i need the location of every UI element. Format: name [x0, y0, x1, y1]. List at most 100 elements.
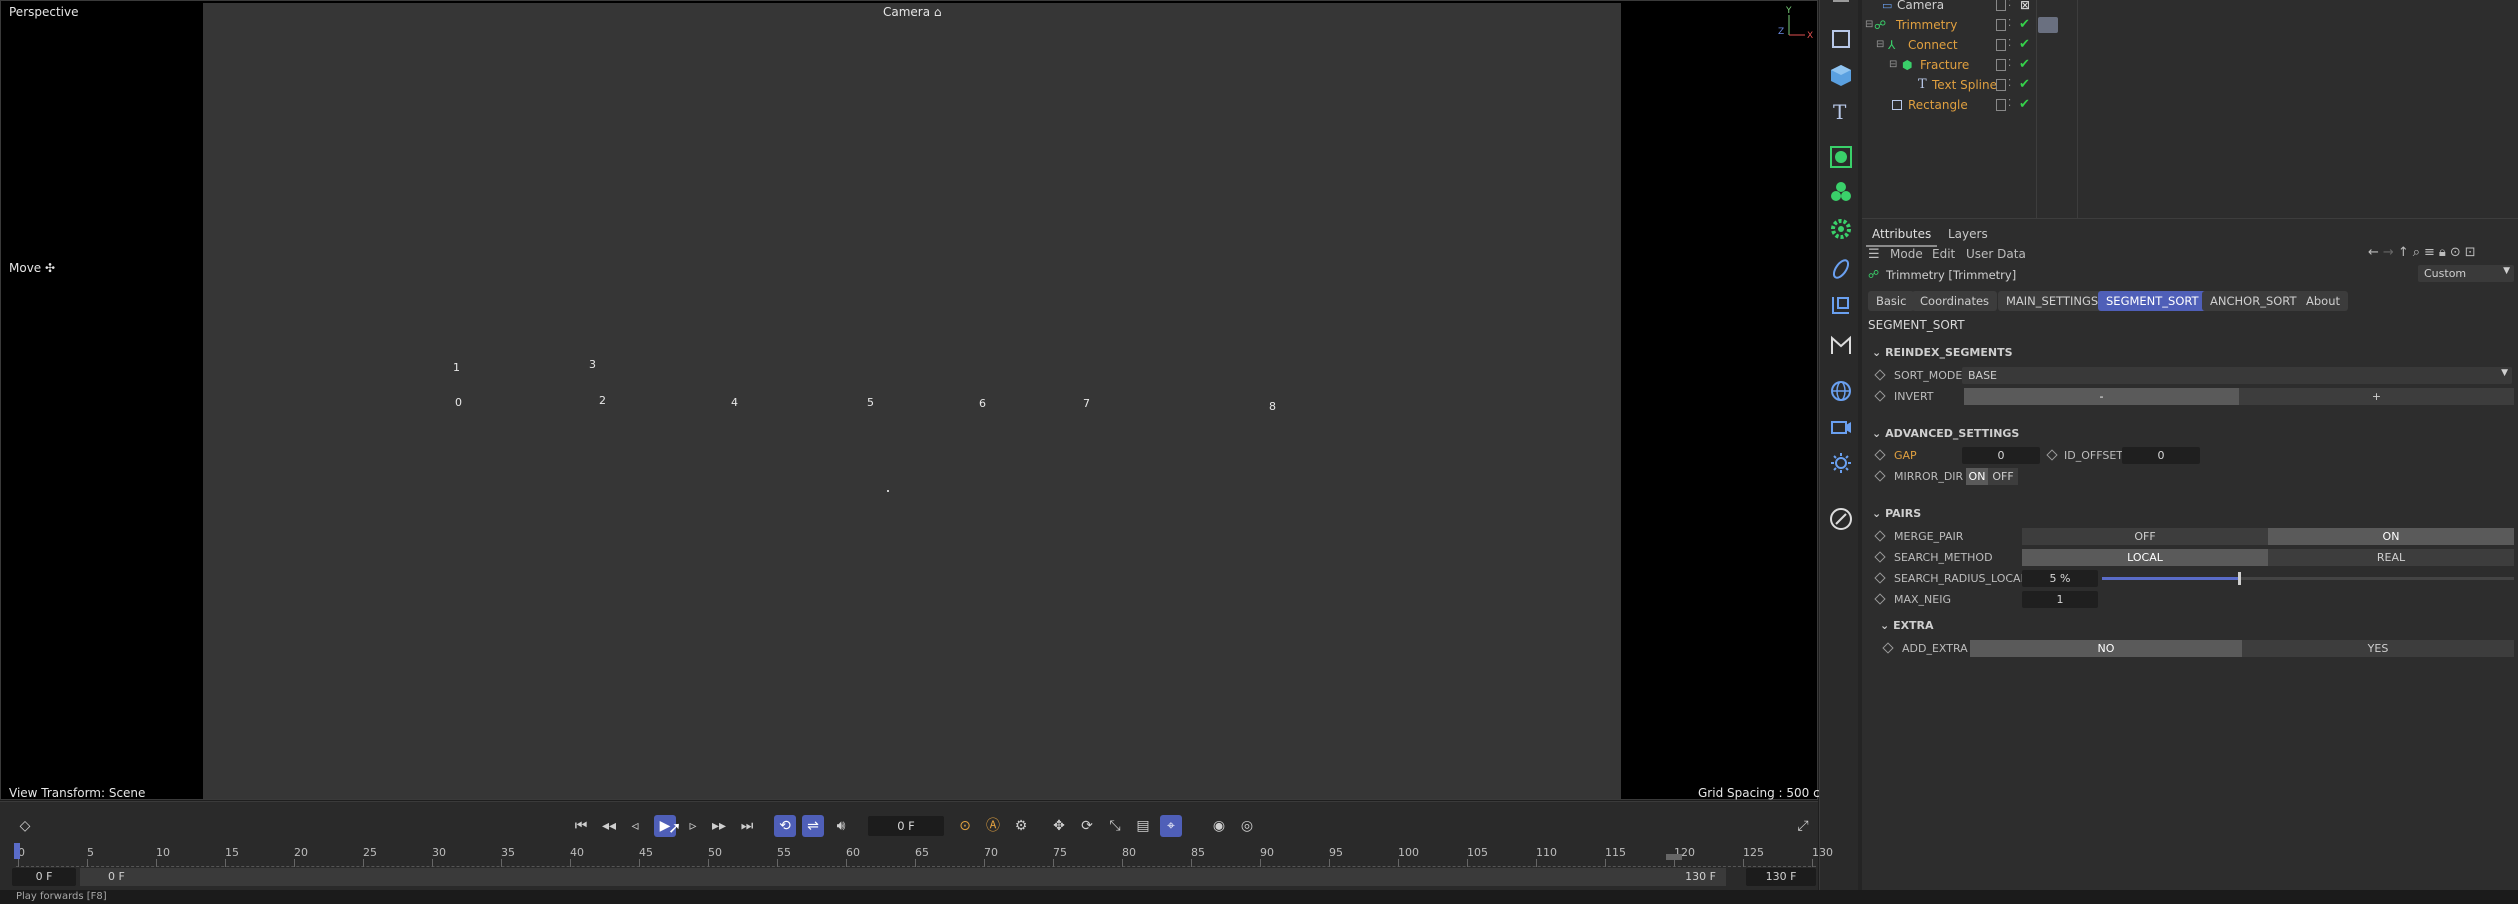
viewport[interactable]: Perspective Camera ⌂ Move ✣ View Transfo…	[0, 0, 1831, 800]
section-advanced[interactable]: ⌄ ADVANCED_SETTINGS	[1872, 427, 2019, 440]
object-name[interactable]: Trimmetry	[1896, 18, 1957, 32]
tab-layers[interactable]: Layers	[1942, 223, 1994, 245]
tab-attributes[interactable]: Attributes	[1866, 223, 1938, 247]
go-to-start-icon[interactable]: ⏮	[570, 815, 592, 837]
visibility-dots-icon[interactable]: ⁚	[2008, 58, 2011, 69]
object-name[interactable]: Rectangle	[1908, 98, 1968, 112]
autokey-icon[interactable]: Ⓐ	[982, 815, 1004, 837]
sound-icon[interactable]: 🔊︎	[830, 815, 852, 837]
scheme-icon[interactable]: ◎	[1236, 815, 1258, 837]
light-icon[interactable]	[1826, 448, 1856, 478]
method-real-button[interactable]: REAL	[2268, 549, 2514, 566]
menu-edit[interactable]: Edit	[1932, 247, 1955, 261]
scene-icon[interactable]	[1826, 330, 1856, 360]
keyframe-settings-icon[interactable]: ⚙	[1010, 815, 1032, 837]
gear-icon[interactable]	[1826, 214, 1856, 244]
current-frame-field[interactable]: 0 F	[868, 816, 944, 836]
check-icon[interactable]: ✔	[2019, 17, 2030, 32]
mirror-off-button[interactable]: OFF	[1988, 468, 2018, 485]
point-label[interactable]: 4	[731, 396, 738, 409]
check-icon[interactable]: ✔	[2019, 57, 2030, 72]
hamburger-menu-icon[interactable]: ☰	[1868, 247, 1880, 262]
keyframe-diamond-icon[interactable]	[2046, 449, 2058, 461]
go-to-end-icon[interactable]: ⏭	[736, 815, 758, 837]
cube-top-icon[interactable]	[1826, 0, 1856, 20]
enable-toggle-icon[interactable]: ⊠	[2020, 0, 2030, 12]
collapse-icon[interactable]: ⊟	[1876, 39, 1884, 50]
up-arrow-icon[interactable]: ↑	[2398, 245, 2413, 260]
object-row-connect[interactable]: ⊟ ⅄ Connect ⁚ ✔	[1862, 36, 2512, 56]
page-segment-sort[interactable]: SEGMENT_SORT	[2098, 291, 2207, 311]
range-start-field[interactable]: 0 F	[12, 868, 76, 886]
record-icon[interactable]: ⊙	[954, 815, 976, 837]
visibility-dots-icon[interactable]: ⁚	[2008, 0, 2011, 9]
collapse-icon[interactable]: ⊟	[1889, 59, 1897, 70]
gap-input[interactable]: 0	[1962, 447, 2040, 464]
previous-key-icon[interactable]: ◂◂	[598, 815, 620, 837]
next-frame-icon[interactable]: ▹	[682, 815, 704, 837]
point-label[interactable]: 2	[599, 394, 606, 407]
mograph-effector-icon[interactable]	[1826, 178, 1856, 208]
timeline-graph-icon[interactable]: ⤢	[1792, 815, 1814, 837]
object-row-trimmetry[interactable]: ⊟ ☍ Trimmetry ⁚ ✔	[1862, 16, 2512, 36]
invert-plus-button[interactable]: +	[2239, 388, 2514, 405]
menu-user-data[interactable]: User Data	[1966, 247, 2026, 261]
layer-flag-icon[interactable]	[1996, 0, 2006, 11]
page-basic[interactable]: Basic	[1868, 291, 1915, 311]
page-about[interactable]: About	[2298, 291, 2349, 311]
method-local-button[interactable]: LOCAL	[2022, 549, 2268, 566]
page-coordinates[interactable]: Coordinates	[1912, 291, 1998, 311]
keyframe-diamond-icon[interactable]	[1874, 390, 1886, 402]
section-extra[interactable]: ⌄ EXTRA	[1880, 619, 1934, 632]
key-rotation-icon[interactable]: ⟳	[1076, 815, 1098, 837]
point-label[interactable]: 7	[1083, 397, 1090, 410]
keyframe-diamond-icon[interactable]	[1874, 572, 1886, 584]
object-row-text-spline[interactable]: T Text Spline ⁚ ✔	[1862, 76, 2512, 96]
settings-icon[interactable]: ⊙	[2450, 245, 2465, 260]
search-icon[interactable]: ⌕	[2413, 245, 2424, 260]
pen-tool-icon[interactable]	[1826, 504, 1856, 534]
layer-flag-icon[interactable]	[1996, 59, 2006, 71]
object-name[interactable]: Connect	[1908, 38, 1958, 52]
field-icon[interactable]	[1826, 290, 1856, 320]
point-label[interactable]: 5	[867, 396, 874, 409]
rectangle-spline-icon[interactable]	[1826, 24, 1856, 54]
key-position-icon[interactable]: ✥	[1048, 815, 1070, 837]
preset-dropdown[interactable]: Custom ▼	[2418, 265, 2514, 282]
visibility-dots-icon[interactable]: ⁚	[2008, 18, 2011, 29]
camera-label[interactable]: Camera ⌂	[883, 5, 942, 19]
id-offset-input[interactable]: 0	[2122, 447, 2200, 464]
motion-record-icon[interactable]: ◉	[1208, 815, 1230, 837]
key-parameter-icon[interactable]: ▤	[1132, 815, 1154, 837]
back-arrow-icon[interactable]: ←	[2368, 245, 2383, 260]
visibility-dots-icon[interactable]: ⁚	[2008, 78, 2011, 89]
layer-flag-icon[interactable]	[1996, 39, 2006, 51]
keyframe-diamond-icon[interactable]	[1874, 449, 1886, 461]
layer-flag-icon[interactable]	[1996, 19, 2006, 31]
forward-arrow-icon[interactable]: →	[2383, 245, 2398, 260]
layer-flag-icon[interactable]	[1996, 79, 2006, 91]
page-main-settings[interactable]: MAIN_SETTINGS	[1998, 291, 2107, 311]
object-row-fracture[interactable]: ⊟ ⬢ Fracture ⁚ ✔	[1862, 56, 2512, 76]
keyframe-diamond-icon[interactable]	[1874, 369, 1886, 381]
add-extra-no-button[interactable]: NO	[1970, 640, 2242, 657]
keyframe-diamond-icon[interactable]	[1874, 551, 1886, 563]
deformer-icon[interactable]	[1826, 254, 1856, 284]
object-name[interactable]: Camera	[1897, 0, 1944, 12]
previous-frame-icon[interactable]: ◃	[624, 815, 646, 837]
merge-on-button[interactable]: ON	[2268, 528, 2514, 545]
check-icon[interactable]: ✔	[2019, 37, 2030, 52]
section-pairs[interactable]: ⌄ PAIRS	[1872, 507, 1921, 520]
visibility-dots-icon[interactable]: ⁚	[2008, 38, 2011, 49]
point-label[interactable]: 3	[589, 358, 596, 371]
environment-icon[interactable]	[1826, 376, 1856, 406]
tag-thumbnail-icon[interactable]	[2038, 17, 2058, 33]
object-name[interactable]: Fracture	[1920, 58, 1969, 72]
slider-handle[interactable]	[2237, 572, 2241, 585]
add-extra-yes-button[interactable]: YES	[2242, 640, 2514, 657]
mograph-cloner-icon[interactable]	[1826, 142, 1856, 172]
frame-ruler[interactable]: 0 5 10 15 20 25 30 35 40 45 50 55 60 65 70 75 80 85 90 95 10…	[16, 845, 1833, 867]
merge-off-button[interactable]: OFF	[2022, 528, 2268, 545]
search-radius-slider[interactable]	[2102, 572, 2514, 585]
loop-icon[interactable]: ⟲	[774, 815, 796, 837]
